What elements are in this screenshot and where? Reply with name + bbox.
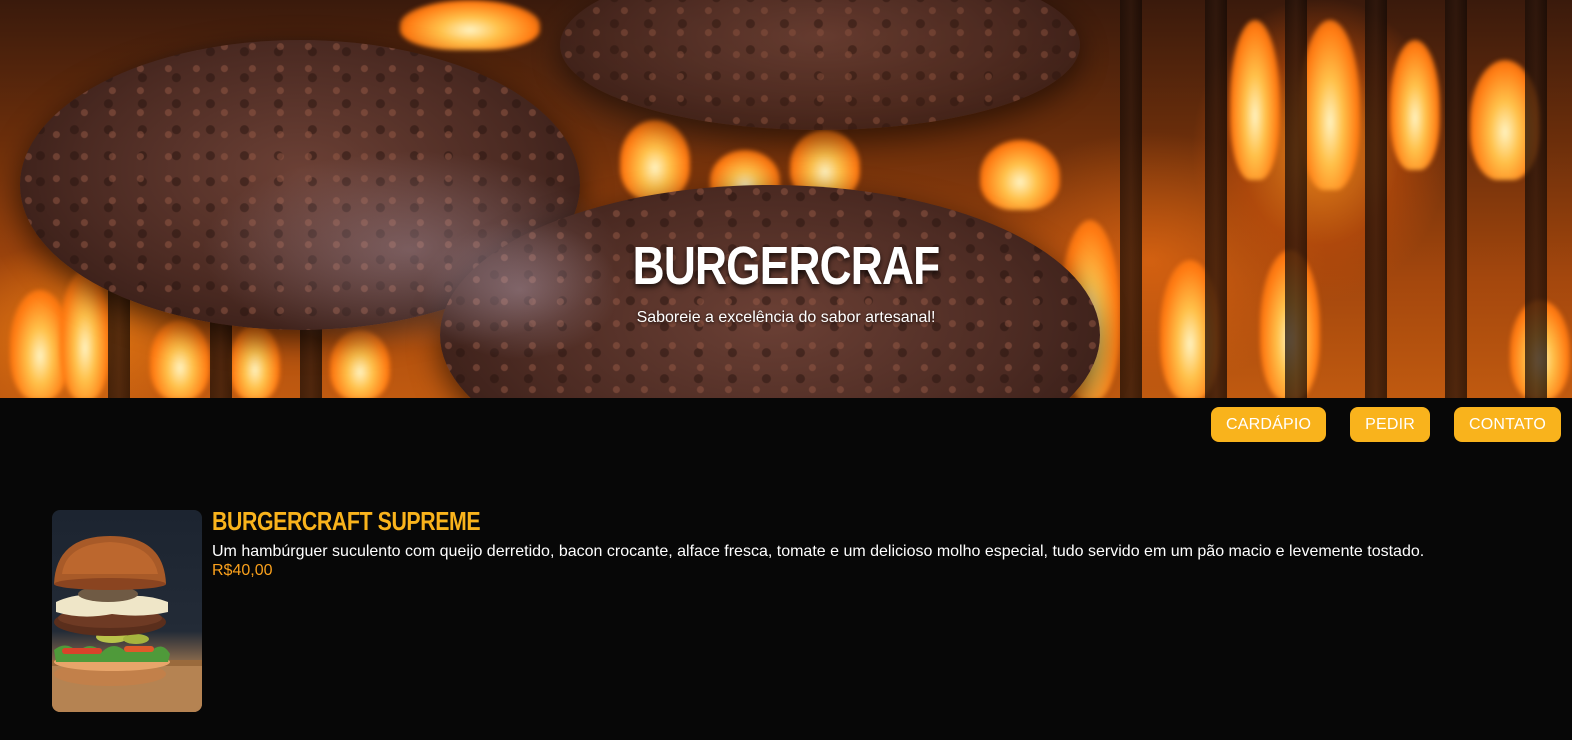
main-nav: CARDÁPIO PEDIR CONTATO [1210,407,1561,442]
item-price: R$40,00 [212,562,273,579]
grill-background-image [0,0,1572,398]
hero-banner: BURGERCRAF Saboreie a excelência do sabo… [0,0,1572,398]
item-name: BURGERCRAFT SUPREME [212,506,481,536]
brand-title: BURGERCRAF [632,236,940,296]
item-description: Um hambúrguer suculento com queijo derre… [212,543,1425,560]
nav-pedir-button[interactable]: PEDIR [1350,407,1431,442]
hero-tagline: Saboreie a excelência do sabor artesanal… [636,309,936,326]
nav-contato-button[interactable]: CONTATO [1454,407,1561,442]
nav-cardapio-button[interactable]: CARDÁPIO [1210,407,1327,442]
menu-item-card: BURGERCRAFT SUPREME Um hambúrguer sucule… [52,506,1536,712]
burger-photo [52,510,202,712]
